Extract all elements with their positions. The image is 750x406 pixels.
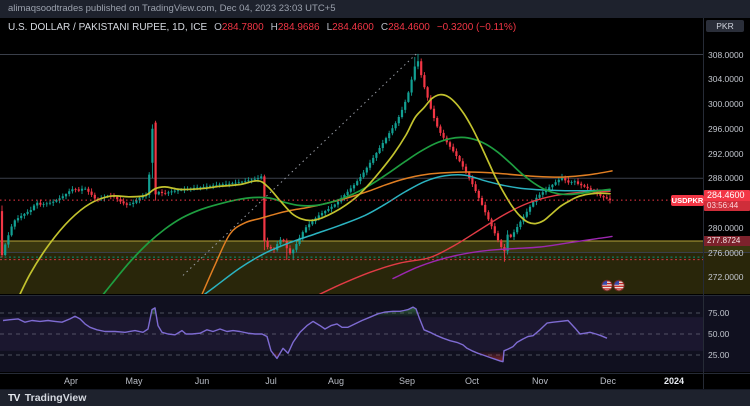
change-value: −0.3200 (−0.11%) [437, 22, 516, 33]
chart-legend[interactable]: U.S. DOLLAR / PAKISTANI RUPEE, 1D, ICEO2… [8, 22, 516, 33]
rsi-tick-25.00: 25.00 [708, 350, 729, 360]
candle-wicks-up [5, 54, 575, 259]
time-axis-month-Aug[interactable]: Aug [328, 376, 344, 386]
support-zone-band-highlight [0, 241, 750, 252]
price-chart-canvas[interactable] [0, 0, 750, 406]
level-price-axis-label: 277.8724 [704, 236, 750, 246]
current-price-axis-label: 284.4600 03:56:44 [704, 190, 750, 211]
bar-countdown-timer: 03:56:44 [704, 201, 750, 211]
price-tick-288.0000: 288.0000 [708, 173, 743, 183]
low-value: 284.4600 [332, 22, 374, 33]
publish-bar: alimaqsoodtrades published on TradingVie… [0, 0, 750, 18]
time-axis-month-Dec[interactable]: Dec [600, 376, 616, 386]
time-axis-month-Oct[interactable]: Oct [465, 376, 479, 386]
currency-unit-button[interactable]: PKR [706, 20, 744, 32]
price-tick-280.0000: 280.0000 [708, 223, 743, 233]
high-label: H [271, 22, 278, 33]
time-axis-month-Jun[interactable]: Jun [195, 376, 210, 386]
price-line-symbol-tag: USDPKR [671, 195, 704, 206]
price-tick-300.0000: 300.0000 [708, 99, 743, 109]
publish-bar-text: alimaqsoodtrades published on TradingVie… [8, 3, 336, 14]
time-axis-month-Jul[interactable]: Jul [265, 376, 277, 386]
tradingview-logo-icon[interactable]: TV [8, 393, 20, 404]
price-tick-308.0000: 308.0000 [708, 50, 743, 60]
rsi-tick-75.00: 75.00 [708, 308, 729, 318]
time-axis-month-Nov[interactable]: Nov [532, 376, 548, 386]
price-tick-292.0000: 292.0000 [708, 149, 743, 159]
open-label: O [214, 22, 222, 33]
time-axis-month-Sep[interactable]: Sep [399, 376, 415, 386]
tradingview-chart-window: alimaqsoodtrades published on TradingVie… [0, 0, 750, 406]
price-tick-304.0000: 304.0000 [708, 74, 743, 84]
candle-bodies-up[interactable] [4, 61, 576, 255]
high-value: 284.9686 [278, 22, 320, 33]
time-axis-month-May[interactable]: May [125, 376, 142, 386]
time-axis-month-Apr[interactable]: Apr [64, 376, 78, 386]
open-value: 284.7800 [222, 22, 264, 33]
price-tick-276.0000: 276.0000 [708, 248, 743, 258]
footer-bar: TV TradingView [0, 389, 750, 406]
current-price-value: 284.4600 [704, 190, 750, 201]
tradingview-brand-text[interactable]: TradingView [25, 392, 87, 404]
rsi-tick-50.00: 50.00 [708, 329, 729, 339]
price-tick-272.0000: 272.0000 [708, 272, 743, 282]
price-tick-296.0000: 296.0000 [708, 124, 743, 134]
symbol-title: U.S. DOLLAR / PAKISTANI RUPEE, 1D, ICE [8, 22, 207, 33]
close-value: 284.4600 [388, 22, 430, 33]
time-axis-year-2024[interactable]: 2024 [664, 376, 684, 386]
